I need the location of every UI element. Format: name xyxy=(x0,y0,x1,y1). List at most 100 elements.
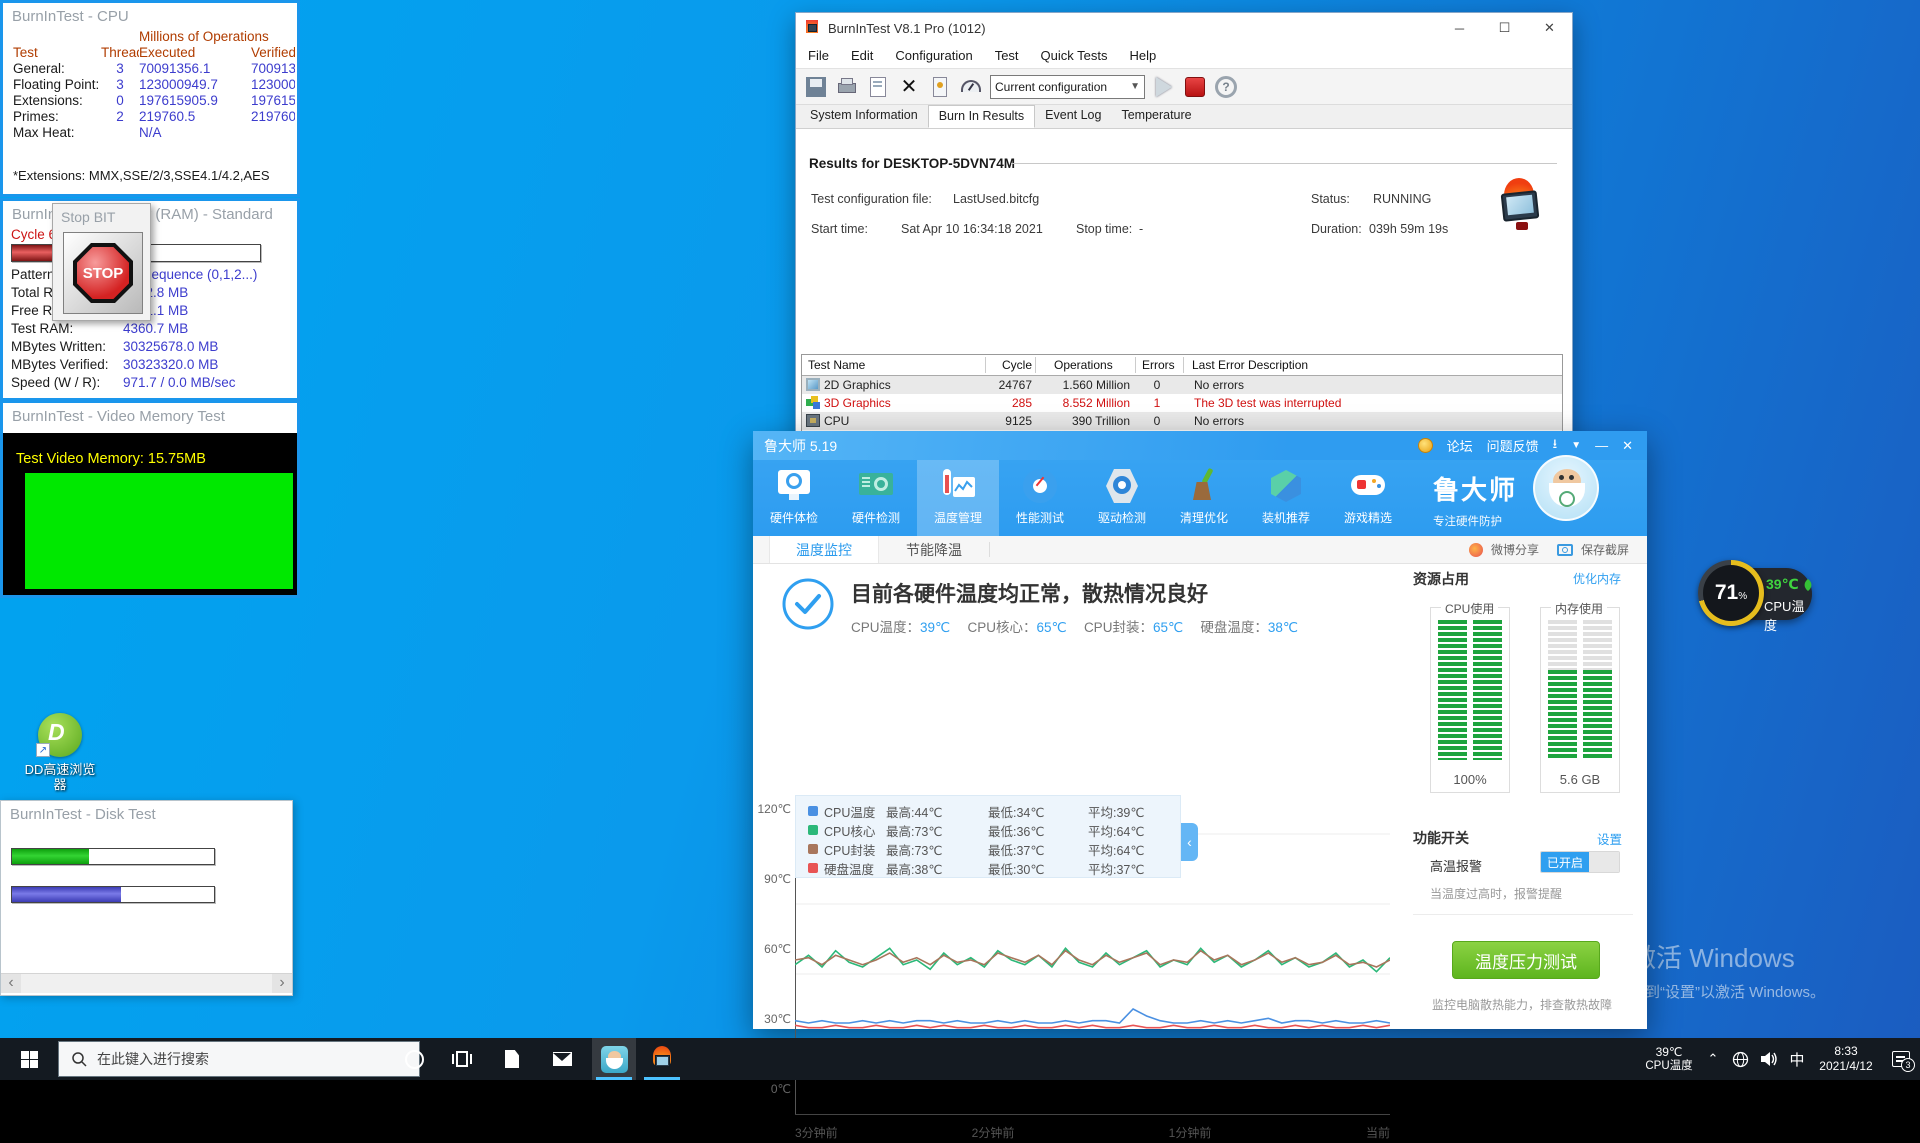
search-placeholder: 在此键入进行搜索 xyxy=(97,1051,209,1067)
tray-cpu-temp[interactable]: 39℃ CPU温度 xyxy=(1638,1038,1700,1080)
optimize-memory-link[interactable]: 优化内存 xyxy=(1573,570,1621,587)
start-button[interactable] xyxy=(0,1038,58,1080)
menu-file[interactable]: File xyxy=(808,48,829,63)
document-app-button[interactable] xyxy=(490,1038,534,1080)
ime-indicator[interactable]: 中 xyxy=(1784,1038,1810,1080)
weibo-share-button[interactable]: 微博分享 xyxy=(1491,541,1539,558)
menu-quick-tests[interactable]: Quick Tests xyxy=(1041,48,1108,63)
notification-center-button[interactable]: 3 xyxy=(1882,1038,1920,1080)
shortcut-arrow-icon: ↗ xyxy=(36,743,50,757)
table-row-error[interactable]: 3D Graphics 285 8.552 Million 1 The 3D t… xyxy=(802,394,1562,412)
gauge-icon[interactable] xyxy=(959,75,983,99)
nav-hardware-checkup[interactable]: 硬件体检 xyxy=(753,460,835,536)
feedback-link[interactable]: 问题反馈 xyxy=(1487,436,1539,455)
print-icon[interactable] xyxy=(835,75,859,99)
video-window-title: BurnInTest - Video Memory Test xyxy=(12,408,225,425)
ludashi-titlebar[interactable]: 鲁大师 5.19 论坛 问题反馈 ⭳ ▼ — ✕ xyxy=(753,431,1647,460)
ludashi-minimize-icon[interactable]: — xyxy=(1595,438,1608,453)
toolbar: ✕ Current configuration ▼ ? xyxy=(796,68,1572,105)
scroll-left-arrow[interactable]: ‹ xyxy=(1,974,21,993)
dropdown-icon[interactable]: ▼ xyxy=(1571,440,1581,451)
temp-status-heading: 目前各硬件温度均正常，散热情况良好 xyxy=(851,583,1208,606)
tab-temperature[interactable]: Temperature xyxy=(1111,105,1201,128)
ludashi-close-icon[interactable]: ✕ xyxy=(1622,438,1633,454)
cortana-icon xyxy=(404,1049,424,1069)
nav-cleanup[interactable]: 清理优化 xyxy=(1163,460,1245,536)
high-temp-alarm-toggle[interactable]: 已开启 xyxy=(1540,851,1620,873)
download-icon[interactable]: ⭳ xyxy=(1553,435,1558,457)
volume-icon[interactable] xyxy=(1754,1038,1784,1080)
ludashi-tab-bar: 温度监控 节能降温 微博分享 保存截屏 xyxy=(753,536,1647,564)
nav-performance-test[interactable]: 性能测试 xyxy=(999,460,1081,536)
maximize-button[interactable]: ☐ xyxy=(1482,13,1527,43)
save-icon[interactable] xyxy=(804,75,828,99)
resource-title: 资源占用 xyxy=(1413,571,1469,587)
menu-edit[interactable]: Edit xyxy=(851,48,873,63)
stop-button[interactable]: STOP xyxy=(63,232,143,314)
disk-window-scrollbar[interactable]: ‹ › xyxy=(1,973,292,993)
cortana-button[interactable] xyxy=(392,1038,436,1080)
taskbar: 在此键入进行搜索 39℃ CPU温度 ⌃ 中 8:33 2021/4/12 3 xyxy=(0,1038,1920,1080)
forum-link[interactable]: 论坛 xyxy=(1447,436,1473,455)
widget-temp-label: CPU温度 xyxy=(1764,599,1805,633)
burnintest-taskbar-button[interactable] xyxy=(640,1038,684,1080)
ludashi-brand: 鲁大师 专注硬件防护 xyxy=(1432,475,1517,528)
legend-collapse-button[interactable]: ‹ xyxy=(1181,823,1198,861)
stop-tests-icon[interactable] xyxy=(1183,75,1207,99)
burnintest-cpu-window: BurnInTest - CPU Millions of Operations … xyxy=(0,0,300,197)
tab-temp-monitor[interactable]: 温度监控 xyxy=(769,536,879,563)
duration-value: 039h 59m 19s xyxy=(1369,222,1449,236)
tab-system-information[interactable]: System Information xyxy=(800,105,928,128)
performance-test-icon xyxy=(1021,467,1059,505)
main-titlebar[interactable]: BurnInTest V8.1 Pro (1012) ─ ☐ ✕ xyxy=(796,13,1572,43)
cpu-usage-ring[interactable]: 71% xyxy=(1698,560,1764,626)
tab-event-log[interactable]: Event Log xyxy=(1035,105,1111,128)
video-test-status: Test Video Memory: 15.75MB xyxy=(16,451,206,467)
video-test-pattern xyxy=(25,473,293,589)
task-view-button[interactable] xyxy=(440,1038,484,1080)
scroll-right-arrow[interactable]: › xyxy=(272,974,292,993)
tab-burn-in-results[interactable]: Burn In Results xyxy=(927,105,1036,128)
driver-detect-icon xyxy=(1103,467,1141,505)
taskbar-search-box[interactable]: 在此键入进行搜索 xyxy=(58,1041,420,1077)
save-screenshot-button[interactable]: 保存截屏 xyxy=(1581,541,1629,558)
nav-driver-detect[interactable]: 驱动检测 xyxy=(1081,460,1163,536)
notification-icon: 3 xyxy=(1892,1051,1915,1072)
report-icon[interactable] xyxy=(866,75,890,99)
close-button[interactable]: ✕ xyxy=(1527,13,1572,43)
minimize-button[interactable]: ─ xyxy=(1437,13,1482,43)
cpu-usage-value: 100% xyxy=(1453,772,1487,787)
nav-temperature-manage[interactable]: 温度管理 xyxy=(917,460,999,536)
menu-configuration[interactable]: Configuration xyxy=(895,48,972,63)
cpu-window-title: BurnInTest - CPU xyxy=(12,8,129,25)
menu-test[interactable]: Test xyxy=(995,48,1019,63)
chevron-down-icon: ▼ xyxy=(1130,81,1140,92)
desktop-shortcut-dd-browser[interactable]: D ↗ DD高速浏览 器 xyxy=(4,710,116,792)
delete-icon[interactable]: ✕ xyxy=(897,75,921,99)
cpu-extensions-footnote: *Extensions: MMX,SSE/2/3,SSE4.1/4.2,AES xyxy=(13,168,270,183)
cpu-stats-table: Millions of Operations Test Threads Exec… xyxy=(13,29,295,140)
certificate-icon[interactable] xyxy=(928,75,952,99)
nav-game-select[interactable]: 游戏精选 xyxy=(1327,460,1409,536)
table-row[interactable]: CPU 9125 390 Trillion 0 No errors xyxy=(802,412,1562,430)
nav-hardware-detect[interactable]: 硬件检测 xyxy=(835,460,917,536)
mail-app-button[interactable] xyxy=(540,1038,584,1080)
document-icon xyxy=(505,1050,519,1068)
ludashi-taskbar-button[interactable] xyxy=(592,1038,636,1080)
settings-link[interactable]: 设置 xyxy=(1597,829,1622,848)
temp-status-values: CPU温度：39℃ CPU核心：65℃ CPU封装：65℃ 硬盘温度：38℃ xyxy=(851,620,1299,635)
start-tests-icon[interactable] xyxy=(1152,75,1176,99)
status-label: Status: xyxy=(1311,192,1350,206)
table-row[interactable]: 2D Graphics 24767 1.560 Million 0 No err… xyxy=(802,376,1562,394)
temp-stress-test-button[interactable]: 温度压力测试 xyxy=(1452,941,1600,979)
shortcut-label: DD高速浏览 xyxy=(24,762,96,777)
tab-energy-saving[interactable]: 节能降温 xyxy=(879,536,989,563)
tray-expand-button[interactable]: ⌃ xyxy=(1700,1038,1726,1080)
menu-help[interactable]: Help xyxy=(1129,48,1156,63)
help-icon[interactable]: ? xyxy=(1214,75,1238,99)
tray-clock[interactable]: 8:33 2021/4/12 xyxy=(1810,1038,1882,1080)
configuration-select[interactable]: Current configuration ▼ xyxy=(990,74,1145,99)
duration-label: Duration: xyxy=(1311,222,1362,236)
network-globe-icon[interactable] xyxy=(1726,1038,1754,1080)
nav-build-recommend[interactable]: 装机推荐 xyxy=(1245,460,1327,536)
